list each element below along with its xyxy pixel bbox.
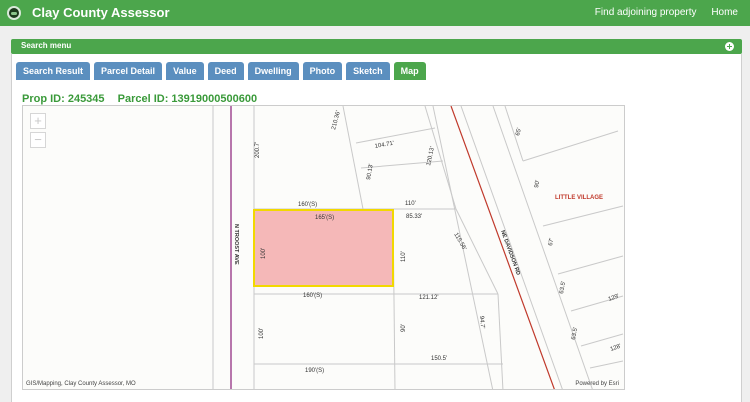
tab-parcel-detail[interactable]: Parcel Detail [94,62,163,80]
tab-search-result[interactable]: Search Result [16,62,91,80]
dim-160-bottom: 160'(S) [303,293,322,299]
dim-200: 200.7' [255,142,261,158]
dim-120: 120.13' [426,146,436,166]
property-ids: Prop ID: 245345 Parcel ID: 1391900050060… [22,93,267,105]
esri-attribution[interactable]: Powered by Esri [575,381,619,387]
dim-128: 128' [610,343,623,352]
dim-63-5-a: 63.5' [559,281,567,295]
dim-190: 190'(S) [305,368,324,374]
dim-100b: 100' [259,328,265,339]
tab-deed[interactable]: Deed [207,62,244,80]
dim-65: 65' [515,127,523,136]
tab-bar: Search Result Parcel Detail Value Deed D… [16,62,430,80]
dim-160-top: 160'(S) [298,202,317,208]
dim-115: 115.56' [452,232,467,252]
dim-90c: 90' [534,180,541,189]
dim-150: 150.5' [431,356,447,362]
dim-110: 110' [405,201,416,207]
dim-129: 129' [608,293,621,302]
tab-photo[interactable]: Photo [302,62,343,80]
app-title[interactable]: Clay County Assessor [32,5,170,20]
county-seal-icon[interactable] [7,6,21,20]
dim-90a: 90.13' [366,163,375,180]
expand-plus-icon[interactable] [725,42,734,51]
zoom-out-button[interactable]: − [30,132,46,148]
header-bar: Clay County Assessor Find adjoining prop… [0,0,750,26]
header-nav: Find adjoining property Home [583,7,738,18]
dim-90b: 90' [401,324,407,332]
dim-67: 67' [548,238,555,247]
dim-110b: 110' [401,251,407,262]
dim-100a: 100' [261,248,267,259]
search-menu-bar[interactable]: Search menu [11,39,742,54]
dim-63-5-b: 63.5' [571,327,579,341]
find-adjoining-property-link[interactable]: Find adjoining property [595,7,697,18]
dim-94: 94.7' [478,316,485,329]
map-attribution: GIS/Mapping, Clay County Assessor, MO [26,381,136,387]
dim-165: 165'(S) [315,215,334,221]
zoom-in-button[interactable]: + [30,113,46,129]
map-canvas: 200.7' 210.36' 104.71' 90.13' 120.13' 16… [212,106,624,389]
dim-121: 121.12' [419,295,439,301]
troost-ave-label: N TROOST AVE [233,224,239,265]
home-link[interactable]: Home [711,7,738,18]
dim-104: 104.71' [374,141,394,150]
dim-85: 85.33' [406,214,422,220]
search-menu-label: Search menu [21,41,72,50]
prop-id: Prop ID: 245345 [22,93,105,105]
tab-value[interactable]: Value [166,62,204,80]
tab-map[interactable]: Map [393,62,426,80]
parcel-map[interactable]: 200.7' 210.36' 104.71' 90.13' 120.13' 16… [22,105,625,390]
tab-sketch[interactable]: Sketch [346,62,390,80]
parcel-id: Parcel ID: 13919000500600 [117,93,258,105]
little-village-label: LITTLE VILLAGE [555,195,603,201]
selected-parcel[interactable] [253,209,394,287]
tab-dwelling[interactable]: Dwelling [247,62,299,80]
dim-210: 210.36' [331,110,342,130]
